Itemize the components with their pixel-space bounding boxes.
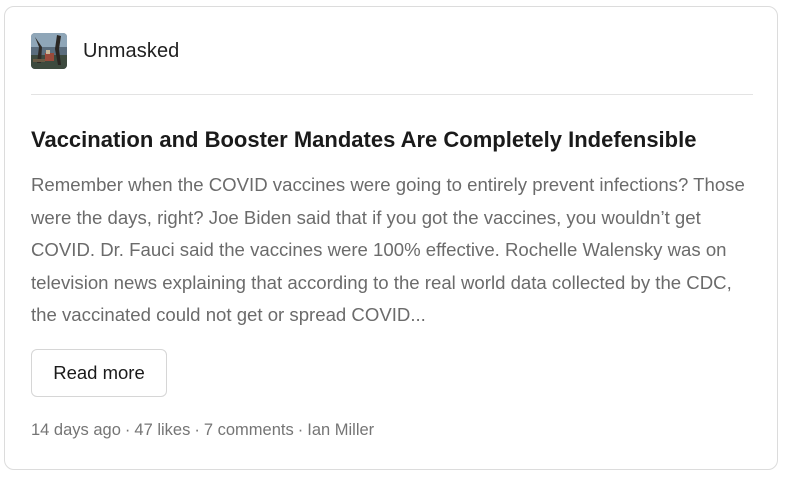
meta-separator: · (124, 421, 131, 439)
author-name[interactable]: Ian Miller (307, 421, 374, 439)
post-excerpt: Remember when the COVID vaccines were go… (31, 174, 745, 325)
post-meta: 14 days ago · 47 likes · 7 comments · Ian Mill… (31, 421, 374, 440)
read-more-button[interactable]: Read more (31, 349, 167, 397)
meta-separator: · (297, 421, 304, 439)
publication-name[interactable]: Unmasked (83, 40, 179, 63)
publication-logo-icon[interactable] (31, 33, 67, 69)
meta-separator: · (194, 421, 200, 439)
header-divider (31, 94, 753, 95)
publication-header[interactable]: Unmasked (31, 33, 179, 69)
likes-count[interactable]: 47 likes (134, 421, 190, 439)
comments-count[interactable]: 7 comments (204, 421, 294, 439)
post-age: 14 days ago (31, 421, 121, 439)
post-card: Unmasked Vaccination and Booster Mandate… (4, 6, 778, 470)
post-title[interactable]: Vaccination and Booster Mandates Are Com… (31, 125, 761, 155)
